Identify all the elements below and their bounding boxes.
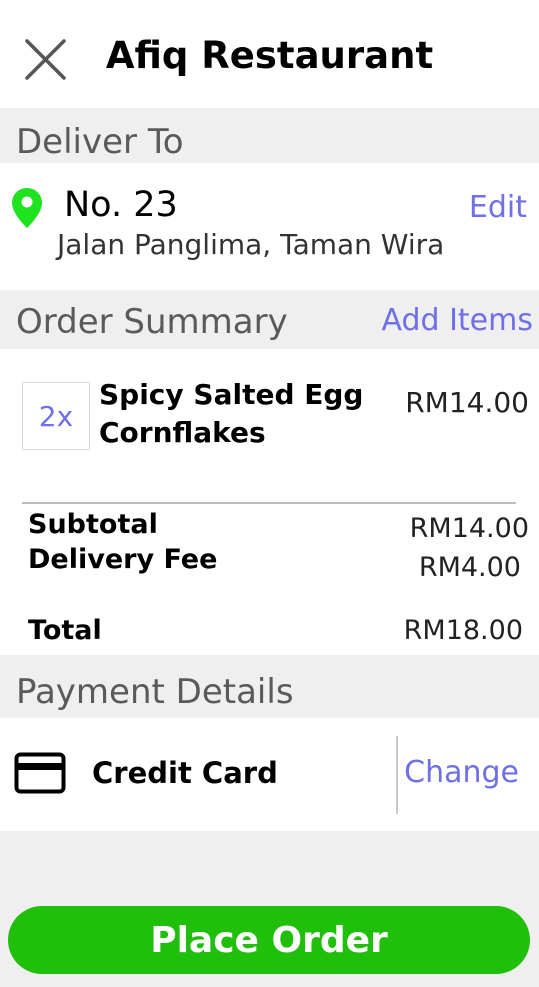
address-line-1: No. 23 [64,185,178,225]
credit-card-icon [14,752,66,794]
deliver-to-heading: Deliver To [16,122,184,162]
payment-separator [396,736,398,814]
item-price: RM14.00 [405,386,529,419]
delivery-address-card [0,163,539,290]
delivery-fee-label: Delivery Fee [28,544,218,575]
total-label: Total [28,615,102,646]
place-order-button[interactable]: Place Order [8,906,530,974]
subtotal-label: Subtotal [28,509,158,540]
location-pin-icon [10,186,44,230]
payment-details-heading: Payment Details [16,672,294,712]
payment-method: Credit Card [92,756,278,790]
address-line-2: Jalan Panglima, Taman Wira [57,228,445,261]
delivery-fee-value: RM4.00 [418,552,521,583]
order-summary-heading: Order Summary [16,302,288,342]
page-title: Afiq Restaurant [105,34,434,77]
summary-divider [22,502,516,504]
change-payment-button[interactable]: Change [404,754,519,792]
subtotal-value: RM14.00 [409,513,529,544]
item-quantity-button[interactable]: 2x [22,382,90,450]
edit-address-button[interactable]: Edit [469,190,527,226]
item-name: Spicy Salted Egg Cornflakes [99,378,364,449]
total-value: RM18.00 [403,615,523,646]
add-items-button[interactable]: Add Items [381,303,533,339]
